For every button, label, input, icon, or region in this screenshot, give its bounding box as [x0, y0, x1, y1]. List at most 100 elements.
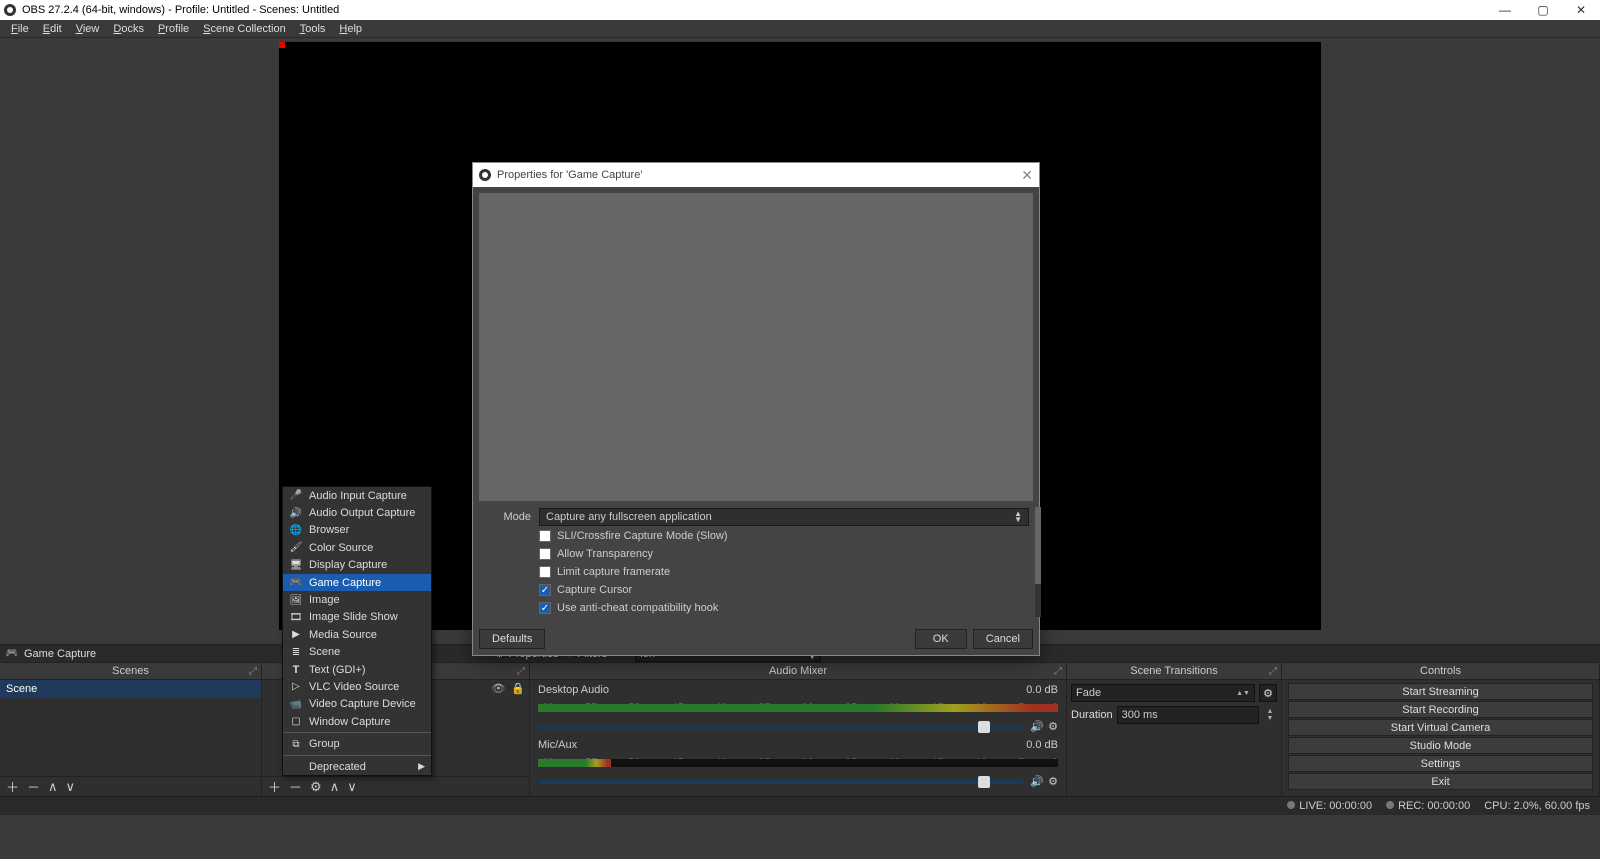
scene-icon [289, 647, 303, 658]
menu-item-scene[interactable]: Scene [283, 644, 431, 661]
menu-item-image-slide-show[interactable]: Image Slide Show [283, 609, 431, 626]
globe-icon [289, 525, 303, 536]
start-recording-button[interactable]: Start Recording [1288, 701, 1593, 718]
start-virtual-camera-button[interactable]: Start Virtual Camera [1288, 719, 1593, 736]
menu-scene-collection[interactable]: Scene Collection [196, 23, 293, 35]
selection-handle[interactable] [279, 42, 285, 48]
menu-item-display-capture[interactable]: Display Capture [283, 557, 431, 574]
menu-edit[interactable]: Edit [36, 23, 69, 35]
checkbox-label: Capture Cursor [557, 584, 632, 596]
menu-tools[interactable]: Tools [293, 23, 333, 35]
dock-detach-icon[interactable]: ⤢ [517, 666, 525, 677]
checkbox-row[interactable]: ✓ Capture Cursor [483, 581, 1029, 599]
add-source-button[interactable]: ＋ [268, 777, 281, 796]
dialog-scrollbar[interactable] [1035, 507, 1041, 617]
source-down-button[interactable]: ∨ [347, 779, 357, 795]
spk-icon [289, 508, 303, 519]
dialog-close-button[interactable]: ✕ [1021, 167, 1033, 184]
checkbox-label: Allow Transparency [557, 548, 653, 560]
close-button[interactable]: ✕ [1562, 0, 1600, 20]
source-up-button[interactable]: ∧ [330, 779, 340, 795]
game-capture-icon [6, 648, 18, 660]
checkbox-row[interactable]: ✓Use anti-cheat compatibility hook [483, 599, 1029, 617]
defaults-button[interactable]: Defaults [479, 629, 545, 649]
add-scene-button[interactable]: ＋ [6, 777, 19, 796]
mute-button[interactable]: 🔊 [1030, 775, 1044, 788]
menu-profile[interactable]: Profile [151, 23, 196, 35]
obs-icon [479, 169, 491, 181]
menu-item-audio-output-capture[interactable]: Audio Output Capture [283, 504, 431, 521]
win-icon [289, 716, 303, 727]
scene-up-button[interactable]: ∧ [48, 779, 58, 795]
transition-select[interactable]: Fade ▲▼ [1071, 684, 1255, 702]
menu-item-window-capture[interactable]: Window Capture [283, 713, 431, 730]
dock-detach-icon[interactable]: ⤢ [1269, 666, 1277, 677]
spinner-icon: ▲▼ [1014, 511, 1022, 523]
menu-file[interactable]: File [4, 23, 36, 35]
studio-mode-button[interactable]: Studio Mode [1288, 737, 1593, 754]
group-icon [289, 739, 303, 750]
menu-item-audio-input-capture[interactable]: Audio Input Capture [283, 487, 431, 504]
ok-button[interactable]: OK [915, 629, 967, 649]
remove-scene-button[interactable]: － [27, 777, 40, 796]
checkbox-row[interactable]: Allow Transparency [483, 545, 1029, 563]
menu-item-browser[interactable]: Browser [283, 522, 431, 539]
checkbox[interactable] [539, 548, 551, 560]
minimize-button[interactable]: — [1486, 0, 1524, 20]
menu-item-image[interactable]: Image [283, 591, 431, 608]
source-lock-icon[interactable]: 🔒 [511, 682, 525, 695]
checkbox-label: SLI/Crossfire Capture Mode (Slow) [557, 530, 728, 542]
scene-item[interactable]: Scene [0, 680, 261, 698]
menu-help[interactable]: Help [332, 23, 369, 35]
transitions-dock: Scene Transitions ⤢ Fade ▲▼ ⚙ Duration 30… [1067, 663, 1282, 796]
remove-source-button[interactable]: － [289, 777, 302, 796]
source-visibility-icon[interactable]: 👁 [491, 682, 505, 695]
menu-docks[interactable]: Docks [106, 23, 151, 35]
checkbox[interactable] [539, 530, 551, 542]
docks-row: Scenes⤢ Scene ＋ － ∧ ∨ ⤢ 👁 🔒 ＋ － ⚙ ∧ ∨ [0, 663, 1600, 796]
transitions-title: Scene Transitions [1130, 665, 1217, 677]
duration-spinner[interactable]: ▲▼ [1263, 708, 1277, 722]
menu-item-vlc-video-source[interactable]: VLC Video Source [283, 678, 431, 695]
menu-item-media-source[interactable]: Media Source [283, 626, 431, 643]
scene-down-button[interactable]: ∨ [66, 779, 76, 795]
checkbox-row[interactable]: Limit capture framerate [483, 563, 1029, 581]
duration-input[interactable]: 300 ms [1117, 706, 1259, 724]
source-settings-button[interactable]: ⚙ [310, 779, 322, 795]
menu-item-deprecated[interactable]: Deprecated▶ [283, 758, 431, 775]
disp-icon [289, 560, 303, 571]
menu-item-video-capture-device[interactable]: Video Capture Device [283, 696, 431, 713]
menu-item-group[interactable]: Group [283, 735, 431, 752]
dock-detach-icon[interactable]: ⤢ [249, 666, 257, 677]
dialog-titlebar[interactable]: Properties for 'Game Capture' ✕ [473, 163, 1039, 187]
exit-button[interactable]: Exit [1288, 773, 1593, 790]
maximize-button[interactable]: ▢ [1524, 0, 1562, 20]
channel-name: Desktop Audio [538, 684, 609, 696]
menu-item-game-capture[interactable]: Game Capture [283, 574, 431, 591]
checkbox-row[interactable]: SLI/Crossfire Capture Mode (Slow) [483, 527, 1029, 545]
settings-button[interactable]: Settings [1288, 755, 1593, 772]
cancel-button[interactable]: Cancel [973, 629, 1033, 649]
checkbox[interactable]: ✓ [539, 602, 551, 614]
menu-item-text-gdi-[interactable]: Text (GDI+) [283, 661, 431, 678]
duration-label: Duration [1071, 709, 1113, 721]
checkbox[interactable]: ✓ [539, 584, 551, 596]
slide-icon [289, 612, 303, 623]
mixer-title: Audio Mixer [769, 665, 827, 677]
channel-settings-button[interactable]: ⚙ [1048, 720, 1058, 733]
checkbox[interactable] [539, 566, 551, 578]
rec-status: REC: 00:00:00 [1398, 800, 1470, 812]
menu-item-color-source[interactable]: Color Source [283, 539, 431, 556]
dock-detach-icon[interactable]: ⤢ [1054, 666, 1062, 677]
volume-slider[interactable] [538, 780, 1024, 784]
channel-settings-button[interactable]: ⚙ [1048, 775, 1058, 788]
menu-view[interactable]: View [69, 23, 107, 35]
volume-slider[interactable] [538, 725, 1024, 729]
transition-settings-button[interactable]: ⚙ [1259, 684, 1277, 702]
mic-icon [289, 490, 303, 501]
controls-title: Controls [1420, 665, 1461, 677]
start-streaming-button[interactable]: Start Streaming [1288, 683, 1593, 700]
mute-button[interactable]: 🔊 [1030, 720, 1044, 733]
mode-select[interactable]: Capture any fullscreen application ▲▼ [539, 508, 1029, 526]
dialog-title: Properties for 'Game Capture' [497, 169, 642, 181]
